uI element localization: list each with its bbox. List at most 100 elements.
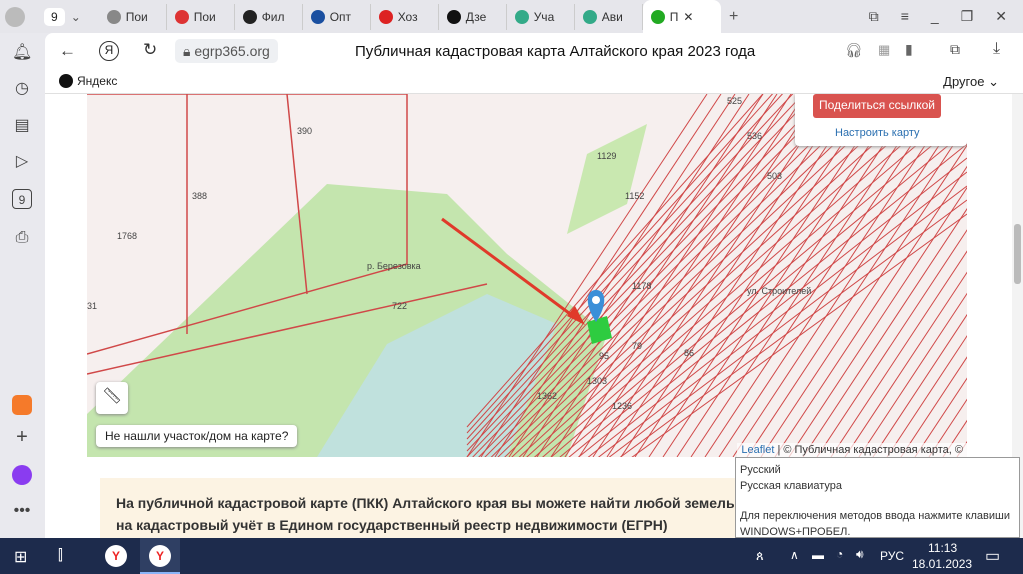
not-found-button[interactable]: Не нашли участок/дом на карте? [96,425,298,447]
extensions-icon[interactable]: ⧉ [950,41,960,58]
parcel-label: 525 [727,96,742,106]
parcel-label: ул. Строителей [747,286,811,296]
cadastral-map[interactable]: 390 388 1768 722 31 1129 1236 р. Березовка ул. С… [87,94,967,457]
tab-label: П [669,9,679,24]
tab-bar: 9 ⌄ Пои Пои Фил Опт Хоз Дзе Уча Ави П ✕ + ⧉ ≡ _ ❐… [0,0,1023,33]
parcel-label: 86 [684,348,694,358]
other-bookmarks[interactable]: Другое ⌄ [943,74,999,90]
favicon-icon [650,9,665,24]
tab-label: Дзе [465,9,487,24]
bookmark-icon[interactable]: ▮ [905,41,913,58]
parcel-label: р. Березовка [367,261,421,271]
parcel-label: 722 [392,301,407,311]
browser-tab[interactable]: Уча [507,3,575,30]
collections-icon[interactable]: ▤ [12,116,32,136]
wifi-icon[interactable]: ◔ [836,547,843,561]
task-view-icon[interactable]: ⫿ [58,547,63,564]
tab-label: Пои [125,9,148,24]
share-link-button[interactable]: Поделиться ссылкой [813,94,941,118]
reload-icon[interactable]: ↻ [143,40,157,60]
parcel-label: 536 [747,131,762,141]
back-icon[interactable]: ← [59,41,76,61]
yandex-browser-icon[interactable]: Y [105,545,127,567]
maximize-button[interactable]: ❐ [961,8,974,25]
map-canvas[interactable]: 390 388 1768 722 31 1129 1236 р. Березовка ул. С… [87,94,967,457]
reader-icon[interactable]: ▦ [878,42,890,58]
ruler-icon[interactable]: 📏︎ [96,382,128,414]
parcel-label: 1152 [625,191,644,201]
alice-icon[interactable] [12,465,32,485]
parcel-label: 31 [87,301,97,311]
browser-tab[interactable]: Хоз [371,3,439,30]
yandex-logo-icon[interactable]: Я [99,41,119,61]
parcel-label: 1178 [632,281,651,291]
volume-icon[interactable]: 🔊︎ [856,547,864,562]
parcel-label: 388 [192,191,207,201]
browser-tab[interactable]: Дзе [439,3,507,30]
more-icon[interactable]: ••• [12,501,32,521]
parcel-label: 1236 [612,401,632,411]
favicon-icon [514,9,529,24]
favicon-icon [106,9,121,24]
tab-counter[interactable]: 9 [44,7,65,26]
browser-sidebar: 🔔︎ ◷ ▤ ▷ 9 ⎙ + ••• [0,33,45,538]
forest-patch [567,124,647,234]
history-icon[interactable]: ◷ [12,79,32,99]
parcel-label: 390 [297,126,312,136]
yandex-browser-active[interactable]: Y [140,538,180,574]
browser-tab[interactable]: Пои [167,3,235,30]
clock-date[interactable]: 18.01.2023 [912,557,972,571]
ime-tooltip: Русский Русская клавиатура Для переключе… [735,457,1020,538]
close-window-button[interactable]: ✕ [995,8,1007,25]
configure-map-link[interactable]: Настроить карту [835,127,920,139]
headphones-icon[interactable]: 🎧︎ [845,42,863,59]
browser-tab[interactable]: Опт [303,3,371,30]
people-icon[interactable]: ጰ [756,548,764,564]
tooltip-line: Для переключения методов ввода нажмите к… [740,510,1010,538]
tooltip-line: Русская клавиатура [740,480,843,492]
battery-icon[interactable]: ▬ [812,548,824,562]
language-indicator[interactable]: РУС [880,549,904,563]
leaflet-link[interactable]: Leaflet [741,444,774,456]
parcel-label: 503 [767,171,782,181]
windows-start-icon[interactable]: ⊞ [14,547,27,567]
counter-icon[interactable]: 9 [12,189,32,209]
favicon-icon [378,9,393,24]
collections-icon[interactable]: ⧉ [869,8,879,25]
bookmark-yandex[interactable]: Яндекс [59,74,117,88]
map-attribution: Leaflet | © Публичная кадастровая карта,… [737,443,967,457]
notifications-icon[interactable]: ▭ [985,546,1000,566]
browser-tab[interactable]: П ✕ [642,0,721,33]
browser-tab[interactable]: Пои [99,3,167,30]
camera-icon[interactable]: ⎙ [12,228,32,248]
address-bar: ← Я ↻ 🔒︎ egrp365.org Публичная кадастров… [45,33,1023,71]
scrollbar-thumb[interactable] [1014,224,1021,284]
menu-icon[interactable]: ≡ [901,8,909,25]
url-field[interactable]: 🔒︎ egrp365.org [175,39,278,63]
tabs-dropdown[interactable]: ⌄ [71,10,89,24]
other-label: Другое [943,74,985,89]
add-icon[interactable]: + [12,427,32,447]
browser-tab[interactable]: Ави [575,3,643,30]
favicon-icon [582,9,597,24]
download-icon[interactable]: ⤓ [993,40,1000,58]
minimize-button[interactable]: _ [931,8,939,25]
favicon-icon [446,9,461,24]
play-icon[interactable]: ▷ [12,152,32,172]
bell-icon[interactable]: 🔔︎ [12,43,32,63]
tray-chevron-icon[interactable]: ∧ [790,548,799,562]
favicon-icon [242,9,257,24]
tab-label: Пои [193,9,216,24]
favicon-icon [174,9,189,24]
profile-avatar[interactable] [0,2,30,32]
parcel-label: 1129 [597,151,616,161]
new-tab-button[interactable]: + [721,8,747,26]
close-tab-icon[interactable]: ✕ [683,10,693,24]
url-text: egrp365.org [194,43,270,59]
taskbar: ⊞ ⫿ Y Y ጰ ∧ ▬ ◔ 🔊︎ РУС 11:13 18.01.2023 … [0,538,1023,574]
clock-time[interactable]: 11:13 [928,541,957,555]
map-panel: Поделиться ссылкой Настроить карту [795,94,967,146]
tab-label: Ави [601,9,623,24]
mail-icon[interactable] [12,395,32,415]
browser-tab[interactable]: Фил [235,3,303,30]
